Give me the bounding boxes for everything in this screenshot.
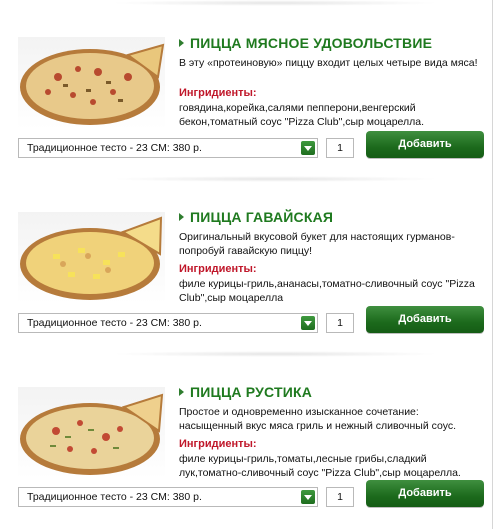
size-select[interactable]: Традиционное тесто - 23 СМ: 380 р. [18, 313, 318, 333]
product-title-row: ПИЦЦА РУСТИКА [179, 384, 312, 400]
ingredients-text: филе курицы-гриль,томаты,лесные грибы,сл… [179, 453, 461, 479]
ingredients-label: Ингридиенты: [179, 438, 257, 450]
divider [110, 176, 440, 182]
chevron-down-icon[interactable] [301, 316, 315, 330]
chevron-down-icon[interactable] [301, 490, 315, 504]
ingredients-text: филе курицы-гриль,ананасы,томатно-сливоч… [179, 278, 475, 304]
size-select-value: Традиционное тесто - 23 СМ: 380 р. [27, 317, 202, 329]
quantity-input[interactable]: 1 [326, 138, 354, 158]
arrow-right-icon [179, 39, 184, 47]
product-description: Простое и одновременно изысканное сочета… [179, 406, 457, 432]
quantity-input[interactable]: 1 [326, 487, 354, 507]
add-to-cart-button[interactable]: Добавить [366, 306, 484, 333]
product-title-row: ПИЦЦА МЯСНОЕ УДОВОЛЬСТВИЕ [179, 35, 432, 51]
divider [110, 0, 440, 6]
pizza-photo[interactable] [18, 37, 165, 129]
product-description: Оригинальный вкусовой букет для настоящи… [179, 231, 455, 257]
ingredients-text: говядина,корейка,салями пепперони,венгер… [179, 102, 425, 128]
size-select-value: Традиционное тесто - 23 СМ: 380 р. [27, 491, 202, 503]
chevron-down-icon[interactable] [301, 141, 315, 155]
product-card: ПИЦЦА МЯСНОЕ УДОВОЛЬСТВИЕ В эту «протеин… [0, 0, 495, 175]
product-title: ПИЦЦА МЯСНОЕ УДОВОЛЬСТВИЕ [190, 35, 433, 51]
size-select-value: Традиционное тесто - 23 СМ: 380 р. [27, 142, 202, 154]
arrow-right-icon [179, 388, 184, 396]
add-to-cart-button[interactable]: Добавить [366, 480, 484, 507]
divider [110, 351, 440, 357]
ingredients-label: Ингридиенты: [179, 87, 257, 99]
product-card: ПИЦЦА РУСТИКА Простое и одновременно изы… [0, 351, 495, 526]
product-description: В эту «протеиновую» пиццу входит целых ч… [179, 57, 478, 69]
size-select[interactable]: Традиционное тесто - 23 СМ: 380 р. [18, 487, 318, 507]
product-title: ПИЦЦА ГАВАЙСКАЯ [190, 209, 334, 225]
arrow-right-icon [179, 213, 184, 221]
pizza-photo[interactable] [18, 387, 165, 479]
ingredients-label: Ингридиенты: [179, 263, 257, 275]
size-select[interactable]: Традиционное тесто - 23 СМ: 380 р. [18, 138, 318, 158]
add-to-cart-button[interactable]: Добавить [366, 131, 484, 158]
quantity-input[interactable]: 1 [326, 313, 354, 333]
product-title: ПИЦЦА РУСТИКА [190, 384, 313, 400]
product-card: ПИЦЦА ГАВАЙСКАЯ Оригинальный вкусовой бу… [0, 176, 495, 351]
pizza-photo[interactable] [18, 212, 165, 304]
product-title-row: ПИЦЦА ГАВАЙСКАЯ [179, 209, 333, 225]
